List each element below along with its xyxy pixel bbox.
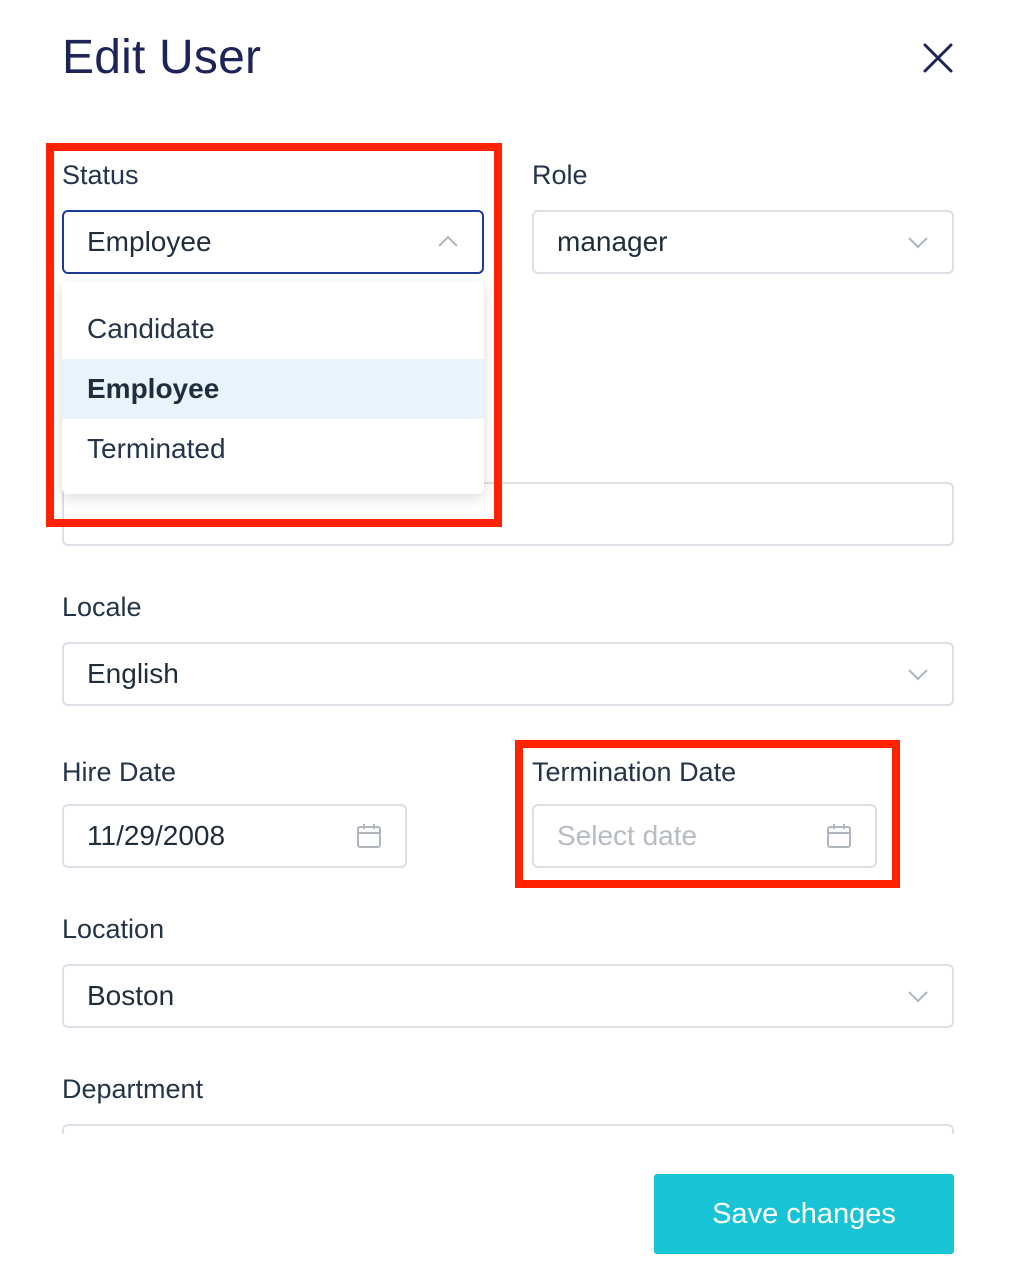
department-select-border xyxy=(62,1124,954,1134)
status-select-value: Employee xyxy=(87,226,212,257)
hire-date-value: 11/29/2008 xyxy=(87,820,226,851)
status-option-candidate[interactable]: Candidate xyxy=(62,299,484,359)
termination-date-placeholder: Select date xyxy=(557,820,698,851)
role-select[interactable]: manager xyxy=(532,210,954,274)
chevron-down-icon xyxy=(908,669,928,681)
status-dropdown-menu: Candidate Employee Terminated xyxy=(62,282,484,494)
status-label: Status xyxy=(62,160,139,190)
chevron-down-icon xyxy=(908,237,928,249)
role-select-value: manager xyxy=(557,226,668,257)
department-label: Department xyxy=(62,1074,204,1104)
status-option-terminated[interactable]: Terminated xyxy=(62,419,484,479)
locale-select-value: English xyxy=(87,658,179,689)
chevron-down-icon xyxy=(908,991,928,1003)
locale-label: Locale xyxy=(62,592,142,622)
hire-date-input[interactable]: 11/29/2008 xyxy=(62,804,407,868)
close-icon[interactable] xyxy=(918,38,958,78)
termination-date-input[interactable]: Select date xyxy=(532,804,877,868)
modal-title: Edit User xyxy=(62,31,262,84)
locale-select[interactable]: English xyxy=(62,642,954,706)
location-label: Location xyxy=(62,914,165,944)
status-option-employee[interactable]: Employee xyxy=(62,359,484,419)
save-changes-button[interactable]: Save changes xyxy=(654,1174,954,1254)
status-select[interactable]: Employee xyxy=(62,210,484,274)
role-label: Role xyxy=(532,160,588,190)
location-select-value: Boston xyxy=(87,980,175,1011)
chevron-up-icon xyxy=(438,235,458,247)
department-select[interactable] xyxy=(62,1124,954,1134)
calendar-icon xyxy=(357,824,381,848)
termination-date-label: Termination Date xyxy=(532,757,737,787)
calendar-icon xyxy=(827,824,851,848)
hire-date-label: Hire Date xyxy=(62,757,177,787)
location-select[interactable]: Boston xyxy=(62,964,954,1028)
